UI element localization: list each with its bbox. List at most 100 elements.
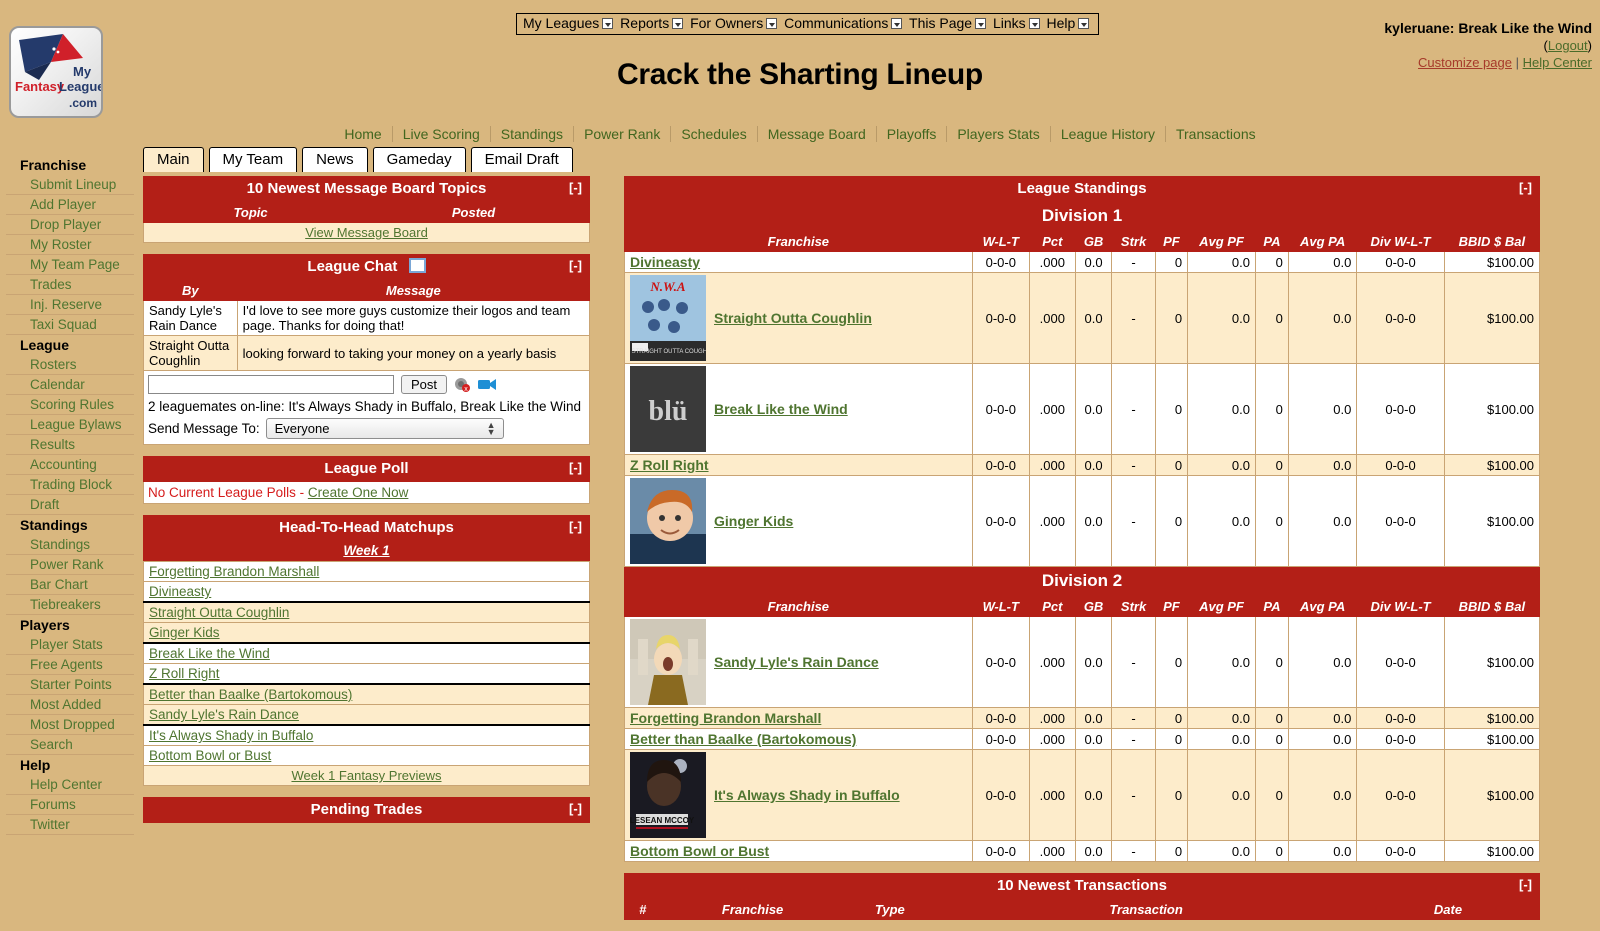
collapse-toggle[interactable]: [-] [569,801,582,816]
sidebar-item-my-team-page[interactable]: My Team Page [6,255,134,275]
chevron-down-icon[interactable] [1078,18,1090,29]
tab-news[interactable]: News [302,147,368,172]
tab-main[interactable]: Main [143,147,204,172]
sidebar-item-player-stats[interactable]: Player Stats [6,635,134,655]
nav-power-rank[interactable]: Power Rank [574,126,672,142]
franchise-link[interactable]: Z Roll Right [630,457,709,473]
chevron-down-icon[interactable] [672,18,684,29]
chat-window-icon[interactable] [408,258,426,273]
nav-message-board[interactable]: Message Board [757,126,877,142]
franchise-link[interactable]: Better than Baalke (Bartokomous) [630,731,856,747]
chevron-down-icon[interactable] [766,18,778,29]
franchise-link[interactable]: It's Always Shady in Buffalo [714,787,900,803]
logout-link[interactable]: Logout [1548,38,1588,53]
view-message-board-link[interactable]: View Message Board [305,225,428,240]
sidebar-item-rosters[interactable]: Rosters [6,355,134,375]
menu-label: This Page [909,15,973,31]
sidebar-item-submit-lineup[interactable]: Submit Lineup [6,175,134,195]
post-button[interactable]: Post [401,375,448,394]
sidebar-item-league-bylaws[interactable]: League Bylaws [6,415,134,435]
franchise-link[interactable]: Straight Outta Coughlin [714,310,872,326]
menu-item-links[interactable]: Links [993,15,1026,31]
nav-schedules[interactable]: Schedules [671,126,758,142]
sidebar-item-search[interactable]: Search [6,735,134,755]
sidebar-item-add-player[interactable]: Add Player [6,195,134,215]
sidebar-item-accounting[interactable]: Accounting [6,455,134,475]
collapse-toggle[interactable]: [-] [569,258,582,273]
sidebar-item-most-added[interactable]: Most Added [6,695,134,715]
matchup-team-link[interactable]: Forgetting Brandon Marshall [149,564,319,579]
sidebar-item-forums[interactable]: Forums [6,795,134,815]
chevron-down-icon[interactable] [891,18,903,29]
nav-transactions[interactable]: Transactions [1166,126,1266,142]
chevron-down-icon[interactable] [975,18,987,29]
sidebar-item-most-dropped[interactable]: Most Dropped [6,715,134,735]
menu-item-my-leagues[interactable]: My Leagues [523,15,599,31]
send-message-select[interactable]: Everyone ▲ ▼ [265,418,504,439]
sidebar-item-calendar[interactable]: Calendar [6,375,134,395]
nav-playoffs[interactable]: Playoffs [876,126,948,142]
collapse-toggle[interactable]: [-] [569,460,582,475]
chevron-down-icon[interactable] [602,18,614,29]
franchise-link[interactable]: Break Like the Wind [714,401,848,417]
chevron-down-icon[interactable] [1028,18,1040,29]
sidebar-item-inj-reserve[interactable]: Inj. Reserve [6,295,134,315]
tab-my-team[interactable]: My Team [208,147,298,172]
matchup-team-link[interactable]: Bottom Bowl or Bust [149,748,271,763]
tab-email-draft[interactable]: Email Draft [470,147,573,172]
matchup-team-link[interactable]: It's Always Shady in Buffalo [149,728,313,743]
collapse-toggle[interactable]: [-] [1519,180,1532,195]
create-poll-link[interactable]: Create One Now [308,485,409,500]
sidebar-item-standings[interactable]: Standings [6,535,134,555]
nav-league-history[interactable]: League History [1050,126,1166,142]
matchup-team-link[interactable]: Break Like the Wind [149,646,270,661]
franchise-link[interactable]: Bottom Bowl or Bust [630,843,769,859]
sidebar-item-help-center[interactable]: Help Center [6,775,134,795]
menu-item-communications[interactable]: Communications [784,15,888,31]
sidebar-item-taxi-squad[interactable]: Taxi Squad [6,315,134,335]
sidebar-item-tiebreakers[interactable]: Tiebreakers [6,595,134,615]
video-camera-icon[interactable] [478,378,497,391]
menu-item-for-owners[interactable]: For Owners [690,15,763,31]
menu-item-this-page[interactable]: This Page [909,15,972,31]
matchup-team-link[interactable]: Ginger Kids [149,625,220,640]
sidebar-item-power-rank[interactable]: Power Rank [6,555,134,575]
sidebar-item-results[interactable]: Results [6,435,134,455]
nav-players-stats[interactable]: Players Stats [947,126,1051,142]
cell-avg-pf: 0.0 [1187,707,1256,729]
cell-wlt: 0-0-0 [971,616,1030,708]
cell-pa: 0 [1254,749,1289,841]
franchise-link[interactable]: Sandy Lyle's Rain Dance [714,654,879,670]
fantasy-previews-link[interactable]: Week 1 Fantasy Previews [291,768,441,783]
matchup-team-link[interactable]: Better than Baalke (Bartokomous) [149,687,352,702]
menu-item-reports[interactable]: Reports [620,15,669,31]
sidebar-item-trades[interactable]: Trades [6,275,134,295]
collapse-toggle[interactable]: [-] [569,180,582,195]
sidebar-item-trading-block[interactable]: Trading Block [6,475,134,495]
nav-home[interactable]: Home [334,126,393,142]
logout-row: (Logout) [1384,37,1592,54]
nav-live-scoring[interactable]: Live Scoring [392,126,491,142]
chat-message-input[interactable] [148,375,394,394]
nav-standings[interactable]: Standings [490,126,575,142]
tab-gameday[interactable]: Gameday [372,147,466,172]
franchise-link[interactable]: Divineasty [630,254,700,270]
mute-audio-icon[interactable]: x [454,377,471,393]
sidebar-item-scoring-rules[interactable]: Scoring Rules [6,395,134,415]
sidebar-item-starter-points[interactable]: Starter Points [6,675,134,695]
matchup-team-link[interactable]: Z Roll Right [149,666,220,681]
sidebar-item-draft[interactable]: Draft [6,495,134,515]
franchise-link[interactable]: Ginger Kids [714,513,793,529]
menu-item-help[interactable]: Help [1047,15,1076,31]
collapse-toggle[interactable]: [-] [569,519,582,534]
sidebar-item-bar-chart[interactable]: Bar Chart [6,575,134,595]
matchup-team-link[interactable]: Straight Outta Coughlin [149,605,289,620]
matchup-team-link[interactable]: Sandy Lyle's Rain Dance [149,707,299,722]
collapse-toggle[interactable]: [-] [1519,877,1532,892]
sidebar-item-free-agents[interactable]: Free Agents [6,655,134,675]
sidebar-item-drop-player[interactable]: Drop Player [6,215,134,235]
sidebar-item-twitter[interactable]: Twitter [6,815,134,835]
sidebar-item-my-roster[interactable]: My Roster [6,235,134,255]
matchup-team-link[interactable]: Divineasty [149,584,211,599]
franchise-link[interactable]: Forgetting Brandon Marshall [630,710,821,726]
